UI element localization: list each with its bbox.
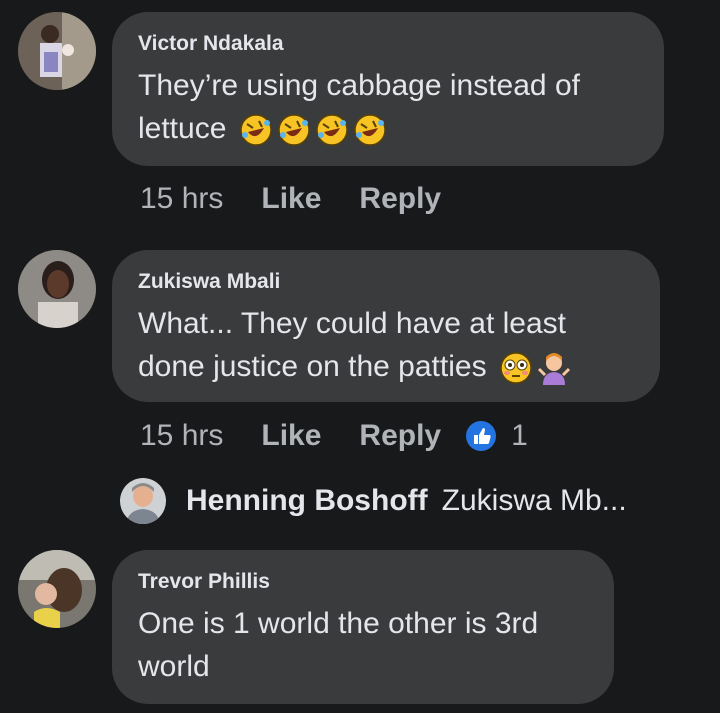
reply-button[interactable]: Reply xyxy=(359,182,441,216)
comment-text: They’re using cabbage instead of lettuce xyxy=(138,64,638,150)
author-name[interactable]: Victor Ndakala xyxy=(138,32,638,56)
rofl-emoji xyxy=(277,113,311,147)
author-name[interactable]: Zukiswa Mbali xyxy=(138,270,634,294)
comment-actions: 15 hrs Like Reply 1 xyxy=(140,419,528,453)
comment-text: What... They could have at least done ju… xyxy=(138,302,634,388)
comment-line: They’re using cabbage instead of xyxy=(138,69,580,102)
reply-snippet: Zukiswa Mb... xyxy=(441,484,627,517)
flushed-emoji xyxy=(499,351,533,385)
comment-bubble[interactable]: Victor Ndakala They’re using cabbage ins… xyxy=(112,12,664,166)
comment-line: world xyxy=(138,650,210,683)
like-button[interactable]: Like xyxy=(261,419,321,453)
reaction-count[interactable]: 1 xyxy=(511,419,528,453)
avatar[interactable] xyxy=(18,550,96,628)
avatar[interactable] xyxy=(18,250,96,328)
avatar[interactable] xyxy=(18,12,96,90)
rofl-emoji xyxy=(239,113,273,147)
comment-line: lettuce xyxy=(138,112,227,145)
like-reaction-icon[interactable] xyxy=(465,420,497,452)
comment-bubble[interactable]: Trevor Phillis One is 1 world the other … xyxy=(112,550,614,704)
comment-line: What... They could have at least xyxy=(138,307,567,340)
timestamp[interactable]: 15 hrs xyxy=(140,419,223,453)
comment-text: One is 1 world the other is 3rd world xyxy=(138,602,588,688)
rofl-emoji xyxy=(353,113,387,147)
reply-author-name[interactable]: Henning Boshoff xyxy=(186,484,428,518)
comment-bubble[interactable]: Zukiswa Mbali What... They could have at… xyxy=(112,250,660,402)
author-name[interactable]: Trevor Phillis xyxy=(138,570,588,594)
person-shrugging-emoji xyxy=(537,351,571,386)
reply-preview[interactable]: Henning Boshoff Zukiswa Mb... xyxy=(120,478,627,524)
avatar[interactable] xyxy=(120,478,166,524)
reply-button[interactable]: Reply xyxy=(359,419,441,453)
timestamp[interactable]: 15 hrs xyxy=(140,182,223,216)
comment-actions: 15 hrs Like Reply xyxy=(140,182,479,216)
like-button[interactable]: Like xyxy=(261,182,321,216)
comment-line: done justice on the patties xyxy=(138,350,487,383)
comment-line: One is 1 world the other is 3rd xyxy=(138,607,539,640)
rofl-emoji xyxy=(315,113,349,147)
